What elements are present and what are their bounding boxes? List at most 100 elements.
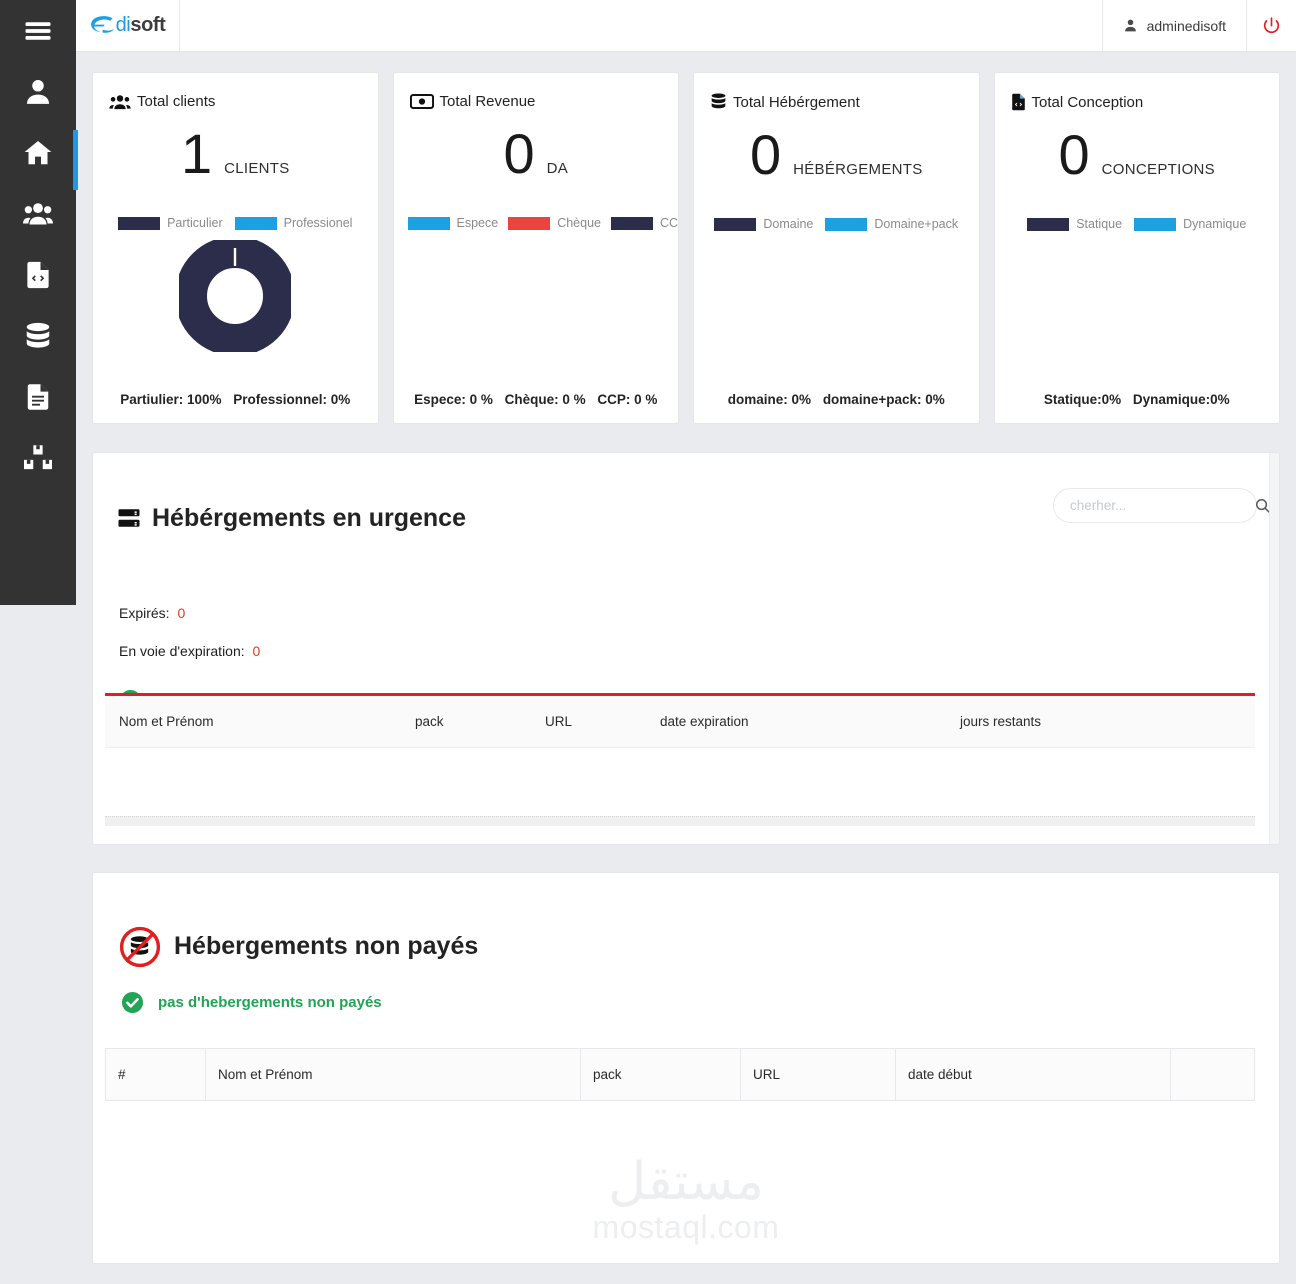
search-input[interactable] bbox=[1054, 498, 1255, 513]
table-header-row: Nom et Prénom pack URL date expiration j… bbox=[105, 694, 1255, 748]
vertical-scrollbar[interactable] bbox=[1269, 453, 1279, 844]
expired-row: Expirés: 0 bbox=[93, 605, 1279, 621]
expired-label: Expirés: bbox=[119, 604, 170, 621]
stat-card-title: Total Revenue bbox=[439, 93, 536, 110]
expired-value: 0 bbox=[177, 604, 186, 621]
file-code-icon bbox=[1011, 93, 1025, 111]
legend-item[interactable]: Dynamique bbox=[1134, 217, 1246, 231]
file-text-icon bbox=[27, 383, 49, 410]
sidebar-item-documents[interactable] bbox=[0, 366, 76, 427]
expiring-label: En voie d'expiration: bbox=[119, 642, 245, 659]
legend-swatch bbox=[714, 217, 757, 231]
sidebar-item-conception[interactable] bbox=[0, 244, 76, 305]
legend-item[interactable]: Domaine bbox=[714, 217, 813, 231]
column-header-actions[interactable] bbox=[1170, 1048, 1255, 1101]
legend-item[interactable]: Chèque bbox=[508, 216, 601, 230]
horizontal-scrollbar[interactable] bbox=[105, 816, 1255, 826]
stat-card-unit: DA bbox=[546, 160, 569, 177]
legend-swatch bbox=[611, 216, 653, 230]
stat-footer-part: domaine: 0% bbox=[727, 392, 812, 407]
legend-item[interactable]: Professionel bbox=[234, 216, 352, 230]
legend-item[interactable]: Statique bbox=[1027, 217, 1122, 231]
panel-title-text: Hébérgements en urgence bbox=[152, 503, 466, 532]
chart-legend: Espece Chèque CCP bbox=[394, 216, 678, 230]
brand-logo[interactable]: disoft bbox=[76, 0, 180, 51]
logo-text-soft: soft bbox=[130, 14, 166, 36]
stat-card-unit: HÉBÉRGEMENTS bbox=[793, 161, 923, 178]
stat-card-value-row: 0 CONCEPTIONS bbox=[995, 127, 1280, 183]
column-header-nom[interactable]: Nom et Prénom bbox=[205, 1048, 581, 1101]
watermark-arabic: مستقل bbox=[608, 1151, 764, 1212]
stat-card-total-revenue[interactable]: Total Revenue 0 DA Espece Chèque CCP bbox=[392, 72, 679, 424]
search-box[interactable] bbox=[1053, 488, 1271, 523]
panel-title-text: Hébergements non payés bbox=[174, 932, 479, 961]
legend-swatch bbox=[1134, 217, 1177, 231]
stat-card-footer: Statique:0% Dynamique:0% bbox=[995, 392, 1280, 407]
boxes-icon bbox=[24, 444, 52, 469]
column-header-jours-restants[interactable]: jours restants bbox=[960, 694, 1255, 748]
clients-donut-chart[interactable] bbox=[179, 240, 292, 352]
urgence-table: Nom et Prénom pack URL date expiration j… bbox=[105, 693, 1255, 748]
stat-card-title: Total Hébérgement bbox=[733, 93, 860, 111]
stat-card-header: Total Conception bbox=[995, 73, 1280, 111]
user-icon bbox=[27, 79, 49, 104]
stat-footer-part: Professionnel: 0% bbox=[233, 392, 351, 407]
legend-label: Domaine+pack bbox=[874, 217, 959, 231]
column-header-date-debut[interactable]: date début bbox=[895, 1048, 1171, 1101]
stat-card-footer: domaine: 0% domaine+pack: 0% bbox=[694, 392, 979, 407]
column-header-index[interactable]: # bbox=[105, 1048, 206, 1101]
user-name-label: adminedisoft bbox=[1146, 17, 1226, 34]
stat-card-value-row: 0 HÉBÉRGEMENTS bbox=[694, 127, 979, 183]
sidebar-item-profile[interactable] bbox=[0, 61, 76, 122]
column-header-nom[interactable]: Nom et Prénom bbox=[105, 694, 415, 748]
user-menu[interactable]: adminedisoft bbox=[1101, 0, 1246, 51]
legend-item[interactable]: Particulier bbox=[118, 216, 223, 230]
legend-item[interactable]: Domaine+pack bbox=[825, 217, 958, 231]
panel-title-non-payes: Hébergements non payés bbox=[93, 894, 1279, 970]
expiring-value: 0 bbox=[252, 642, 261, 659]
legend-swatch bbox=[1027, 217, 1070, 231]
stat-footer-part: Partiulier: 100% bbox=[120, 392, 222, 407]
sidebar-item-hebergement[interactable] bbox=[0, 305, 76, 366]
server-icon bbox=[118, 509, 140, 528]
legend-item[interactable]: Espece bbox=[407, 216, 498, 230]
legend-swatch bbox=[118, 216, 161, 230]
legend-item[interactable]: CCP bbox=[611, 216, 678, 230]
watermark: مستقل mostaql.com bbox=[93, 1156, 1279, 1245]
panel-hebergements-urgence: Hébérgements en urgence Expirés: 0 En vo… bbox=[92, 452, 1280, 845]
home-icon bbox=[24, 140, 52, 164]
logout-button[interactable] bbox=[1246, 0, 1296, 51]
column-header-url[interactable]: URL bbox=[740, 1048, 896, 1101]
stat-card-value: 0 bbox=[749, 123, 782, 186]
stat-card-value: 0 bbox=[503, 122, 535, 185]
stat-card-value-row: 1 CLIENTS bbox=[93, 126, 378, 182]
database-icon bbox=[26, 322, 50, 348]
panel-hebergements-non-payes: Hébergements non payés pas d'hebergement… bbox=[92, 872, 1280, 1264]
chart-legend: Particulier Professionel bbox=[93, 216, 378, 230]
column-header-pack[interactable]: pack bbox=[580, 1048, 741, 1101]
chart-legend: Statique Dynamique bbox=[995, 217, 1280, 231]
sidebar-item-clients[interactable] bbox=[0, 183, 76, 244]
sidebar-item-menu-toggle[interactable] bbox=[0, 0, 76, 61]
stat-footer-part: domaine+pack: 0% bbox=[822, 392, 945, 407]
chart-legend: Domaine Domaine+pack bbox=[694, 217, 979, 231]
stat-card-total-conception[interactable]: Total Conception 0 CONCEPTIONS Statique … bbox=[993, 72, 1280, 424]
database-blocked-icon bbox=[119, 926, 161, 967]
stat-card-header: Total Hébérgement bbox=[694, 73, 979, 111]
users-icon bbox=[23, 202, 53, 224]
stat-card-total-hebergement[interactable]: Total Hébérgement 0 HÉBÉRGEMENTS Domaine… bbox=[693, 72, 980, 424]
legend-label: Particulier bbox=[167, 216, 223, 230]
file-code-icon bbox=[27, 261, 49, 288]
sidebar-item-home[interactable] bbox=[0, 122, 78, 190]
sidebar-item-packs[interactable] bbox=[0, 427, 76, 488]
legend-label: Chèque bbox=[557, 216, 601, 230]
power-icon bbox=[1263, 17, 1280, 34]
nonpayes-table: # Nom et Prénom pack URL date début bbox=[105, 1048, 1255, 1101]
column-header-date-expiration[interactable]: date expiration bbox=[660, 694, 960, 748]
urgence-table-head: Nom et Prénom pack URL date expiration j… bbox=[105, 694, 1255, 748]
column-header-pack[interactable]: pack bbox=[415, 694, 545, 748]
stat-card-title: Total Conception bbox=[1031, 93, 1144, 111]
column-header-url[interactable]: URL bbox=[545, 694, 660, 748]
stat-card-total-clients[interactable]: Total clients 1 CLIENTS Particulier Prof… bbox=[92, 72, 379, 424]
stat-footer-part: Espece: 0 % bbox=[414, 392, 493, 407]
